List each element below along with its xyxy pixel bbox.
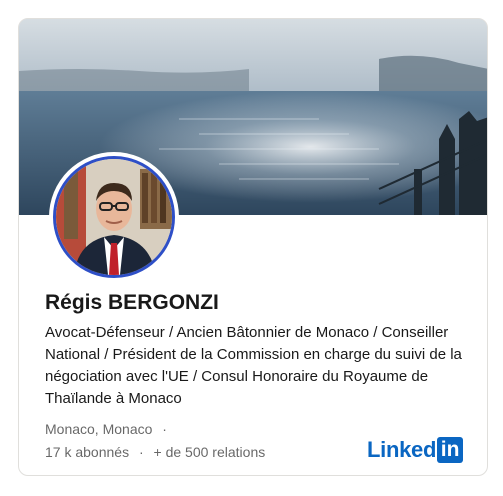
profile-photo-icon — [53, 156, 175, 278]
linkedin-in-icon: in — [437, 437, 464, 463]
separator-dot: · — [162, 421, 167, 437]
linkedin-logo[interactable]: Linked in — [367, 437, 464, 463]
profile-card: Régis BERGONZI Avocat-Défenseur / Ancien… — [18, 18, 488, 476]
followers-count[interactable]: 17 k abonnés — [45, 444, 129, 460]
avatar[interactable] — [49, 152, 179, 282]
location-text: Monaco, Monaco — [45, 421, 153, 437]
profile-stats: 17 k abonnés · + de 500 relations — [45, 444, 265, 460]
separator-dot: · — [138, 444, 144, 460]
profile-name[interactable]: Régis BERGONZI — [45, 291, 219, 315]
profile-location: Monaco, Monaco · — [45, 421, 173, 437]
profile-headline: Avocat-Défenseur / Ancien Bâtonnier de M… — [45, 324, 462, 407]
connections-count[interactable]: + de 500 relations — [154, 444, 266, 460]
linkedin-wordmark: Linked — [367, 437, 437, 462]
